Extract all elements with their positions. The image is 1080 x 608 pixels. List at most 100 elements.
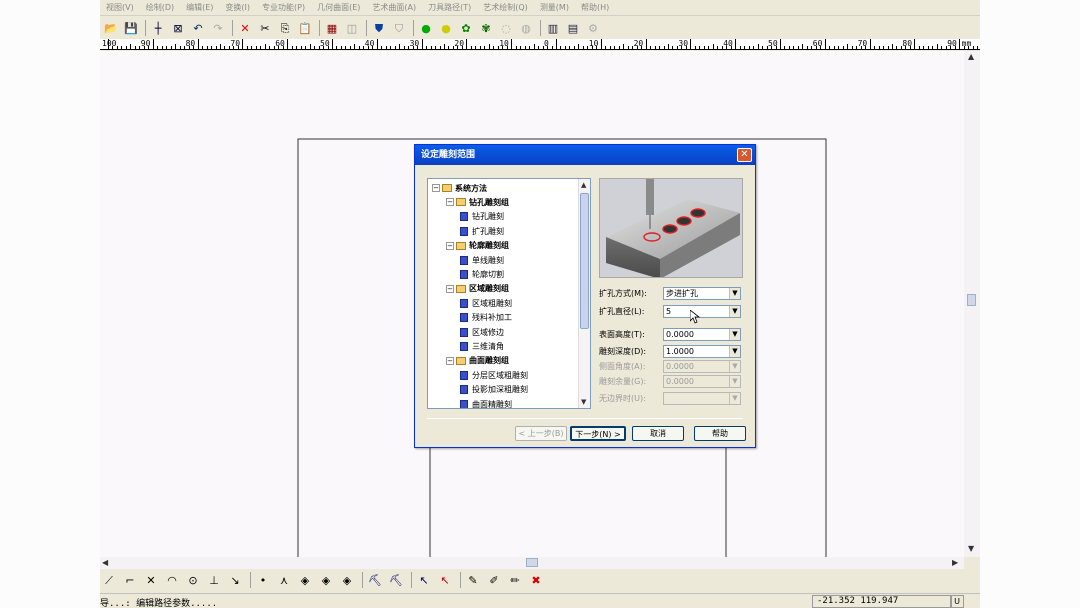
vertical-scroll-thumb[interactable] xyxy=(967,294,976,306)
point-icon[interactable]: • xyxy=(254,572,272,588)
tree-item[interactable]: 分层区域粗雕刻 xyxy=(460,368,528,382)
menu-item[interactable]: 视图(V) xyxy=(100,2,140,13)
ream-diameter-combo[interactable]: 5 ▼ xyxy=(663,304,741,318)
tree-item[interactable]: − 钻孔雕刻组 xyxy=(446,195,509,209)
collapse-icon[interactable]: − xyxy=(446,198,454,207)
canvas-horizontal-scrollbar[interactable]: ◀ ▶ xyxy=(100,557,964,569)
open-icon[interactable]: 📂 xyxy=(102,19,120,37)
select-cursor-icon[interactable]: ↖ xyxy=(415,572,433,588)
menu-item[interactable]: 艺术曲面(A) xyxy=(366,2,422,13)
cut-icon[interactable]: ✂ xyxy=(256,19,274,37)
circle-node-icon[interactable]: ⊙ xyxy=(184,572,202,588)
grid-icon[interactable]: ▦ xyxy=(323,19,341,37)
tree-scroll-thumb[interactable] xyxy=(580,193,589,329)
chevron-down-icon[interactable]: ▼ xyxy=(729,287,740,299)
canvas-vertical-scrollbar[interactable]: ▲ ▼ xyxy=(964,51,980,557)
collapse-icon[interactable]: − xyxy=(432,184,440,192)
node-edit-icon[interactable]: ⋏ xyxy=(275,572,293,588)
extend-icon[interactable]: ↘ xyxy=(226,572,244,588)
next-button[interactable]: 下一步(N) > xyxy=(570,426,626,441)
menu-item[interactable]: 刀具路径(T) xyxy=(422,2,477,13)
light-dim-icon[interactable]: ◍ xyxy=(517,19,535,37)
collapse-icon[interactable]: − xyxy=(446,284,454,293)
tree-item[interactable]: 区域修边 xyxy=(460,325,504,339)
chevron-down-icon[interactable]: ▼ xyxy=(729,328,740,340)
scroll-left-arrow-icon[interactable]: ◀ xyxy=(102,559,108,567)
carve-depth-combo[interactable]: 1.0000 ▼ xyxy=(663,344,741,358)
menu-item[interactable]: 艺术绘制(Q) xyxy=(477,2,534,13)
tree-item[interactable]: 单线雕刻 xyxy=(460,253,504,267)
collapse-icon[interactable]: − xyxy=(446,241,454,250)
bulb-green-icon[interactable]: ● xyxy=(417,19,435,37)
tree-item[interactable]: 区域粗雕刻 xyxy=(460,296,512,310)
diamond-pair-icon[interactable]: ◈ xyxy=(296,572,314,588)
menu-item[interactable]: 帮助(H) xyxy=(575,2,615,13)
diamond-pair-2-icon[interactable]: ◈ xyxy=(317,572,335,588)
table-icon[interactable]: ▤ xyxy=(564,19,582,37)
pen-icon[interactable]: ✎ xyxy=(464,572,482,588)
menu-item[interactable]: 编辑(E) xyxy=(180,2,219,13)
method-tree[interactable]: − 系统方法 − 钻孔雕刻组 钻孔雕刻 扩孔雕刻 − 轮廓雕刻组 单线雕刻 轮廓切割 − 区域雕刻组区… xyxy=(427,178,591,409)
shield-icon[interactable]: ⛊ xyxy=(370,19,388,37)
zoom-box-icon[interactable]: ⊠ xyxy=(169,19,187,37)
tree-item[interactable]: 三维清角 xyxy=(460,339,504,353)
pen-edit-icon[interactable]: ✏ xyxy=(506,572,524,588)
tree-item[interactable]: − 区域雕刻组 xyxy=(446,282,509,296)
crosshair-icon[interactable]: ┼ xyxy=(149,19,167,37)
copy-icon[interactable]: ⎘ xyxy=(276,19,294,37)
scroll-right-arrow-icon[interactable]: ▶ xyxy=(952,559,958,567)
cancel-button[interactable]: 取消 xyxy=(632,426,684,441)
redo-icon[interactable]: ↷ xyxy=(209,19,227,37)
surface-height-combo[interactable]: 0.0000 ▼ xyxy=(663,327,741,341)
tool-path-icon[interactable]: ⛏ xyxy=(366,572,384,588)
tree-item[interactable]: 投影加深粗雕刻 xyxy=(460,383,528,397)
polyline-icon[interactable]: ⟋ xyxy=(100,572,118,588)
tree-scrollbar[interactable]: ▲ ▼ xyxy=(578,179,590,408)
menu-item[interactable]: 测量(M) xyxy=(534,2,575,13)
select-cursor-red-icon[interactable]: ↖ xyxy=(436,572,454,588)
close-button[interactable]: ✕ xyxy=(737,148,752,162)
save-icon[interactable]: 💾 xyxy=(122,19,140,37)
layer-icon[interactable]: ◫ xyxy=(343,19,361,37)
tree-scroll-down-icon[interactable]: ▼ xyxy=(581,398,586,406)
arc-icon[interactable]: ◠ xyxy=(163,572,181,588)
tool-path-2-icon[interactable]: ⛏ xyxy=(387,572,405,588)
delete-icon[interactable]: ✕ xyxy=(236,19,254,37)
pen-check-icon[interactable]: ✐ xyxy=(485,572,503,588)
tree-item[interactable]: 扩孔雕刻 xyxy=(460,224,504,238)
collapse-icon[interactable]: − xyxy=(446,356,454,365)
layers-stack-icon[interactable]: ▥ xyxy=(544,19,562,37)
horizontal-scroll-thumb[interactable] xyxy=(526,558,538,567)
cancel-x-icon[interactable]: ✖ xyxy=(527,572,545,588)
perpendicular-icon[interactable]: ⊥ xyxy=(205,572,223,588)
trim-icon[interactable]: ✕ xyxy=(142,572,160,588)
tree-scroll-up-icon[interactable]: ▲ xyxy=(581,181,586,189)
ream-method-select[interactable]: 步进扩孔 ▼ xyxy=(663,286,741,300)
help-button[interactable]: 帮助 xyxy=(694,426,746,441)
scroll-up-arrow-icon[interactable]: ▲ xyxy=(968,53,974,61)
diamond-pair-3-icon[interactable]: ◈ xyxy=(338,572,356,588)
shield-grey-icon[interactable]: ⛉ xyxy=(390,19,408,37)
undo-icon[interactable]: ↶ xyxy=(189,19,207,37)
bulb-yellow-icon[interactable]: ● xyxy=(437,19,455,37)
menu-item[interactable]: 绘制(D) xyxy=(140,2,180,13)
light-settings-icon[interactable]: ✾ xyxy=(477,19,495,37)
paste-icon[interactable]: 📋 xyxy=(296,19,314,37)
tree-item[interactable]: − 系统方法 xyxy=(432,181,487,195)
tree-item[interactable]: 钻孔雕刻 xyxy=(460,210,504,224)
tree-item[interactable]: 残料补加工 xyxy=(460,311,512,325)
bulb-multi-icon[interactable]: ✿ xyxy=(457,19,475,37)
prev-button[interactable]: < 上一步(B) xyxy=(515,426,567,441)
chevron-down-icon[interactable]: ▼ xyxy=(729,345,740,357)
gear-icon[interactable]: ⚙ xyxy=(584,19,602,37)
light-off-icon[interactable]: ◌ xyxy=(497,19,515,37)
menu-item[interactable]: 几何曲面(E) xyxy=(311,2,366,13)
chevron-down-icon[interactable]: ▼ xyxy=(729,305,740,317)
menu-item[interactable]: 专业功能(P) xyxy=(256,2,311,13)
scroll-down-arrow-icon[interactable]: ▼ xyxy=(968,545,974,553)
tree-item[interactable]: − 曲面雕刻组 xyxy=(446,354,509,368)
tree-item[interactable]: 轮廓切割 xyxy=(460,267,504,281)
menu-item[interactable]: 变换(I) xyxy=(219,2,256,13)
tree-item[interactable]: − 轮廓雕刻组 xyxy=(446,239,509,253)
corner-icon[interactable]: ⌐ xyxy=(121,572,139,588)
